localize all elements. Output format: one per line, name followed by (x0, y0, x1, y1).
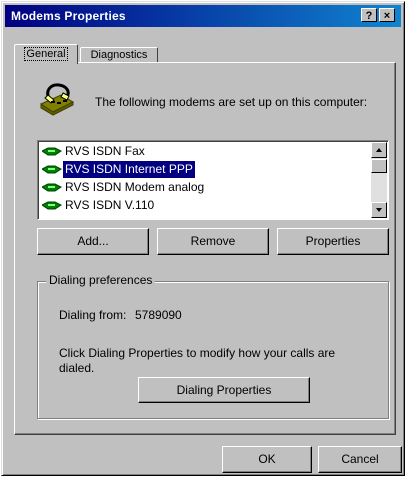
intro-text: The following modems are set up on this … (95, 95, 368, 109)
ok-button[interactable]: OK (222, 446, 312, 473)
list-item[interactable]: RVS ISDN V.110 (40, 197, 373, 214)
modem-icon (42, 201, 62, 210)
properties-button-label: Properties (305, 234, 361, 248)
modem-telephone-icon (39, 83, 75, 116)
scroll-down-button[interactable] (371, 202, 387, 218)
cancel-button-label: Cancel (341, 452, 379, 466)
tab-diagnostics-label: Diagnostics (90, 49, 148, 61)
title-bar[interactable]: Modems Properties ? × (5, 5, 401, 27)
arrow-down-icon (376, 208, 382, 212)
modem-icon (42, 183, 62, 192)
modems-list[interactable]: RVS ISDN Fax RVS ISDN Internet PPP RVS I… (37, 140, 389, 220)
add-button[interactable]: Add... (37, 228, 149, 255)
dialing-from-value: 5789090 (135, 308, 182, 322)
modem-label: RVS ISDN Fax (65, 144, 145, 158)
tab-general[interactable]: General (14, 44, 78, 64)
help-icon: ? (365, 10, 373, 22)
modems-properties-dialog: Modems Properties ? × General Diagnostic… (1, 1, 405, 476)
modem-label: RVS ISDN Modem analog (65, 180, 205, 194)
dialing-properties-button-label: Dialing Properties (176, 383, 272, 397)
dialing-instructions-line2: dialed. (59, 361, 95, 375)
dialing-properties-button[interactable]: Dialing Properties (138, 377, 310, 403)
cancel-button[interactable]: Cancel (318, 446, 402, 473)
arrow-up-icon (376, 148, 382, 152)
list-item-selected[interactable]: RVS ISDN Internet PPP (40, 160, 373, 179)
properties-button[interactable]: Properties (277, 228, 389, 255)
modem-icon (42, 165, 62, 174)
ok-button-label: OK (258, 452, 276, 466)
add-button-label: Add... (77, 234, 109, 248)
close-icon: × (383, 10, 391, 22)
tab-diagnostics[interactable]: Diagnostics (80, 47, 158, 63)
remove-button[interactable]: Remove (157, 228, 269, 255)
scroll-up-button[interactable] (371, 142, 387, 158)
dialing-preferences-title: Dialing preferences (46, 273, 156, 287)
tab-general-label: General (24, 47, 68, 61)
help-button[interactable]: ? (361, 8, 377, 22)
list-scrollbar[interactable] (371, 142, 387, 218)
dialing-instructions-line1: Click Dialing Properties to modify how y… (59, 346, 336, 360)
modem-icon (42, 147, 62, 156)
dialing-from-label: Dialing from: (59, 308, 127, 322)
scroll-thumb[interactable] (371, 159, 387, 173)
list-item[interactable]: RVS ISDN Modem analog (40, 179, 373, 196)
modem-label: RVS ISDN V.110 (65, 198, 155, 212)
remove-button-label: Remove (190, 234, 236, 248)
modem-label: RVS ISDN Internet PPP (62, 160, 196, 179)
close-button[interactable]: × (379, 8, 395, 22)
list-item[interactable]: RVS ISDN Fax (40, 143, 373, 160)
window-title: Modems Properties (11, 9, 126, 23)
